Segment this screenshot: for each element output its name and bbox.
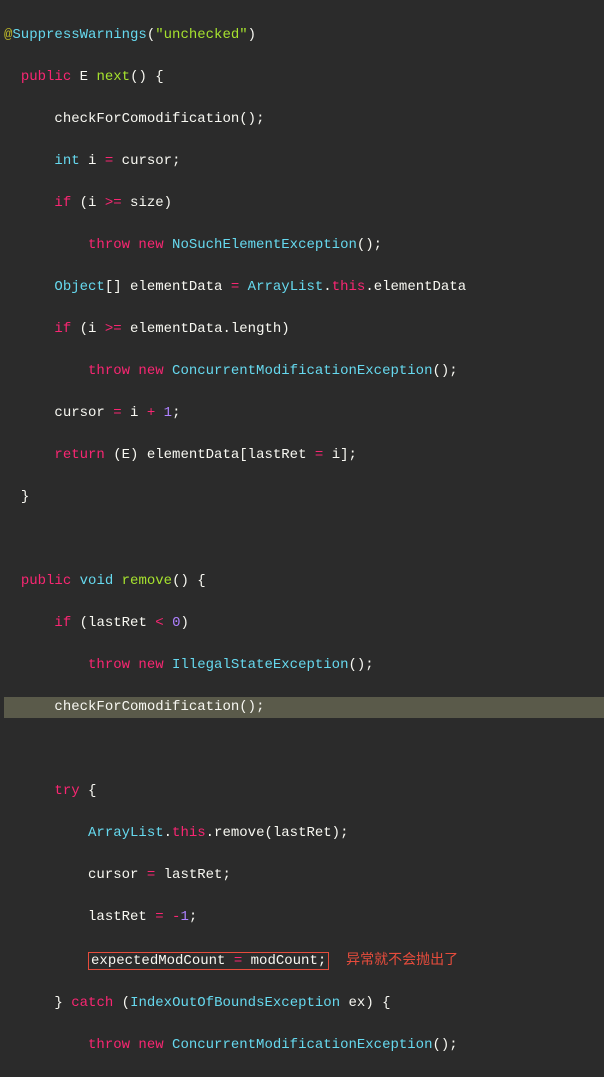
keyword-if: if (54, 615, 71, 631)
method-name: remove (113, 573, 172, 589)
keyword-if: if (54, 321, 71, 337)
code-line: Object[] elementData = ArrayList.this.el… (4, 277, 604, 298)
method-call: checkForComodification (54, 699, 239, 715)
code-line: if (i >= size) (4, 193, 604, 214)
code-line-highlighted: checkForComodification(); (4, 697, 604, 718)
code-line: expectedModCount = modCount; 异常就不会抛出了 (4, 949, 604, 972)
exception-type: NoSuchElementException (164, 237, 357, 253)
code-line: lastRet = -1; (4, 907, 604, 928)
code-line-blank (4, 739, 604, 760)
code-line: } (4, 487, 604, 508)
annotation-comment: 异常就不会抛出了 (346, 951, 458, 967)
code-line: @SuppressWarnings("unchecked") (4, 25, 604, 46)
keyword-if: if (54, 195, 71, 211)
code-line: throw new ConcurrentModificationExceptio… (4, 1035, 604, 1056)
code-line: checkForComodification(); (4, 109, 604, 130)
keyword-throw: throw (88, 363, 130, 379)
code-line: throw new IllegalStateException(); (4, 655, 604, 676)
code-line: public E next() { (4, 67, 604, 88)
code-line: cursor = i + 1; (4, 403, 604, 424)
keyword-throw: throw (88, 237, 130, 253)
code-line: if (i >= elementData.length) (4, 319, 604, 340)
code-line-blank (4, 529, 604, 550)
code-line: ArrayList.this.remove(lastRet); (4, 823, 604, 844)
keyword-throw: throw (88, 1037, 130, 1053)
method-name: next (96, 69, 130, 85)
keyword-return: return (54, 447, 104, 463)
exception-type: ConcurrentModificationException (164, 363, 433, 379)
code-line: int i = cursor; (4, 151, 604, 172)
keyword-throw: throw (88, 657, 130, 673)
code-line: try { (4, 781, 604, 802)
keyword-catch: catch (71, 995, 113, 1011)
annotation-name: SuppressWarnings (12, 27, 146, 43)
method-call: checkForComodification (54, 111, 239, 127)
code-line: throw new ConcurrentModificationExceptio… (4, 361, 604, 382)
code-block: @SuppressWarnings("unchecked") public E … (0, 0, 604, 1077)
highlighted-box: expectedModCount = modCount; (88, 952, 329, 970)
code-line: return (E) elementData[lastRet = i]; (4, 445, 604, 466)
keyword-try: try (54, 783, 79, 799)
keyword-public: public (21, 573, 71, 589)
exception-type: IndexOutOfBoundsException (130, 995, 340, 1011)
string-literal: "unchecked" (155, 27, 247, 43)
code-line: if (lastRet < 0) (4, 613, 604, 634)
keyword-public: public (21, 69, 71, 85)
keyword-int: int (54, 153, 79, 169)
type-object: Object (54, 279, 104, 295)
code-line: } catch (IndexOutOfBoundsException ex) { (4, 993, 604, 1014)
code-line: public void remove() { (4, 571, 604, 592)
exception-type: IllegalStateException (164, 657, 349, 673)
exception-type: ConcurrentModificationException (164, 1037, 433, 1053)
code-line: cursor = lastRet; (4, 865, 604, 886)
code-line: throw new NoSuchElementException(); (4, 235, 604, 256)
